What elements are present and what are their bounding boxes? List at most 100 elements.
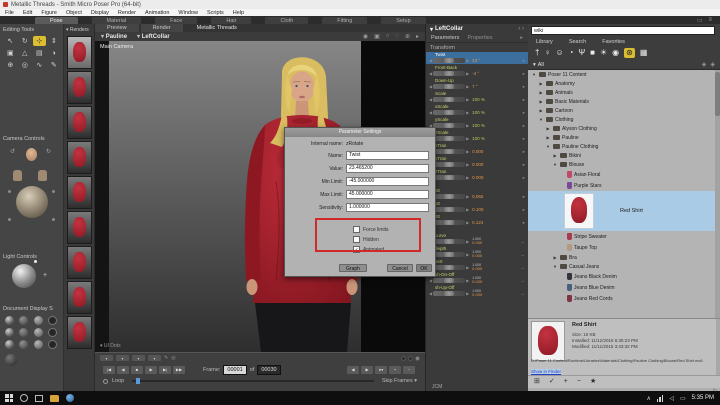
- dial-arrow-right[interactable]: ▶: [466, 291, 469, 296]
- prev-key-button[interactable]: ◀: [347, 366, 359, 374]
- dial-slider[interactable]: [433, 123, 465, 128]
- library-folder-anatomy[interactable]: ▶Anatomy: [528, 79, 720, 88]
- dial-slider[interactable]: [433, 71, 465, 76]
- library-item-asian-floral[interactable]: Asian Floral: [528, 169, 720, 180]
- dial-menu-icon[interactable]: ↔: [521, 252, 526, 257]
- next-frame-button[interactable]: ▶|: [159, 366, 171, 374]
- dial-arrow-right[interactable]: ▶: [466, 207, 469, 212]
- select-tool-icon[interactable]: ↖: [4, 36, 17, 46]
- dial-arrow-left[interactable]: ◀: [429, 58, 432, 63]
- field-input-max-limit[interactable]: 45.000000: [346, 190, 429, 199]
- figure-selector[interactable]: Pauline: [101, 33, 127, 40]
- add-light-icon[interactable]: +: [43, 272, 47, 279]
- dial-arrow-left[interactable]: ◀: [429, 97, 432, 102]
- dial-menu-icon[interactable]: ▸: [523, 149, 525, 155]
- dial-xe[interactable]: xE◀▶0.065▸: [426, 188, 528, 200]
- display-style-icon[interactable]: [19, 328, 28, 337]
- show-in-finder-link[interactable]: Show in Finder: [531, 369, 561, 374]
- cloud-icon[interactable]: ◈: [710, 61, 715, 68]
- display-style-current-icon[interactable]: [5, 354, 17, 366]
- add-keyframe-button[interactable]: +: [389, 366, 401, 374]
- render-thumbnail[interactable]: [67, 141, 92, 174]
- render-thumbnail[interactable]: [67, 316, 92, 349]
- tab-parameters[interactable]: Parameters: [431, 35, 459, 41]
- right-hand-camera-control[interactable]: [38, 170, 47, 181]
- pen-icon[interactable]: ✎: [164, 355, 168, 361]
- library-folder-bra[interactable]: ▶Bra: [528, 253, 720, 262]
- library-item-purple-stars[interactable]: Purple Stars: [528, 180, 720, 191]
- dial-slider[interactable]: [433, 175, 465, 180]
- hands-icon[interactable]: Ψ: [578, 48, 585, 58]
- dial-arrow-right[interactable]: ▶: [466, 123, 469, 128]
- dial-ze[interactable]: zE◀▶0.124▸: [426, 214, 528, 226]
- dialog-titlebar[interactable]: Parameter Settings: [285, 128, 435, 137]
- frame-input[interactable]: 00001: [223, 365, 246, 375]
- parameters-actor-name[interactable]: LeftCollar: [435, 26, 463, 32]
- field-input-sensitivity[interactable]: 1.000000: [346, 203, 429, 212]
- library-folder-poser-11-content[interactable]: ▼Poser 11 Content: [528, 70, 720, 79]
- dial-menu-icon[interactable]: ▸: [523, 162, 525, 168]
- menu-edit[interactable]: Edit: [23, 10, 32, 16]
- library-folder-pauline[interactable]: ▶Pauline: [528, 133, 720, 142]
- dial-slider[interactable]: [433, 265, 465, 270]
- tabs-more-icon[interactable]: ▸: [520, 35, 523, 41]
- camera-dot[interactable]: [52, 190, 55, 193]
- menu-help[interactable]: Help: [233, 10, 244, 16]
- cameras-icon[interactable]: ◉: [612, 48, 619, 58]
- dial-menu-icon[interactable]: ▸: [523, 58, 525, 64]
- target-icon[interactable]: ◎: [171, 355, 175, 361]
- dial-slider[interactable]: [433, 97, 465, 102]
- dial-menu-icon[interactable]: ↔: [521, 291, 526, 296]
- menu-object[interactable]: Object: [66, 10, 82, 16]
- view-dot-button[interactable]: [401, 356, 406, 361]
- browser-icon[interactable]: [66, 394, 74, 402]
- dial-arrow-left[interactable]: ◀: [429, 71, 432, 76]
- menu-window[interactable]: Window: [178, 10, 198, 16]
- total-frames-input[interactable]: 00030: [257, 365, 280, 375]
- tab-library[interactable]: Library: [536, 39, 553, 45]
- zoom-icon[interactable]: ⊕: [405, 33, 410, 40]
- graph-button[interactable]: Graph: [339, 264, 367, 272]
- menu-scripts[interactable]: Scripts: [207, 10, 224, 16]
- delete-keyframe-button[interactable]: −: [403, 366, 415, 374]
- start-button[interactable]: [5, 394, 13, 402]
- library-folder-casual-jeans[interactable]: ▼Casual Jeans: [528, 262, 720, 271]
- dial-menu-icon[interactable]: ▸: [523, 84, 525, 90]
- library-folder-blouse[interactable]: ▼Blouse: [528, 160, 720, 169]
- tab-properties[interactable]: Properties: [467, 35, 492, 41]
- face-camera-control[interactable]: [26, 148, 37, 161]
- library-folder-bikini[interactable]: ▶Bikini: [528, 151, 720, 160]
- dial-arrow-right[interactable]: ▶: [466, 252, 469, 257]
- display-style-icon[interactable]: [48, 340, 57, 349]
- translate-inout-tool-icon[interactable]: ⇕: [48, 36, 61, 46]
- more-icon[interactable]: ▸: [416, 33, 419, 40]
- dial-xscale[interactable]: xScale◀▶100 %▸: [426, 104, 528, 116]
- dial-down-up[interactable]: Down-Up◀▶7 °▸: [426, 78, 528, 90]
- scenes-icon[interactable]: ▦: [640, 48, 648, 58]
- camera-rotate-left-icon[interactable]: ↺: [10, 148, 15, 155]
- library-item-selected[interactable]: Red Shirt: [528, 191, 720, 231]
- library-folder-animals[interactable]: ▶Animals: [528, 88, 720, 97]
- camera-dot[interactable]: [8, 190, 11, 193]
- room-tab-hair[interactable]: Hair: [211, 17, 251, 24]
- display-style-icon[interactable]: [5, 340, 14, 349]
- remove-item-button[interactable]: −: [577, 377, 581, 387]
- dial-xtran[interactable]: xTran◀▶0.000▸: [426, 143, 528, 155]
- dial-ytran[interactable]: yTran◀▶0.000▸: [426, 156, 528, 168]
- dial-slider[interactable]: [433, 291, 465, 296]
- dial-arrow-right[interactable]: ▶: [466, 71, 469, 76]
- library-item-taupe-top[interactable]: Taupe Top: [528, 242, 720, 253]
- apply-item-button[interactable]: ✓: [549, 377, 555, 387]
- dial-menu-icon[interactable]: ▸: [523, 220, 525, 226]
- prev-frame-button[interactable]: ◀: [117, 366, 129, 374]
- grouping-tool-icon[interactable]: ⊕: [4, 60, 17, 70]
- dial-arrow-right[interactable]: ▶: [466, 58, 469, 63]
- add-item-button[interactable]: +: [564, 377, 568, 387]
- display-icon[interactable]: ▭: [680, 395, 686, 402]
- play-button[interactable]: ▶: [145, 366, 157, 374]
- render-thumbnail[interactable]: [67, 36, 92, 69]
- dial-arrow-right[interactable]: ▶: [466, 220, 469, 225]
- figures-icon[interactable]: †: [535, 48, 539, 58]
- library-search-input[interactable]: [531, 26, 715, 35]
- dial-arrow-right[interactable]: ▶: [466, 175, 469, 180]
